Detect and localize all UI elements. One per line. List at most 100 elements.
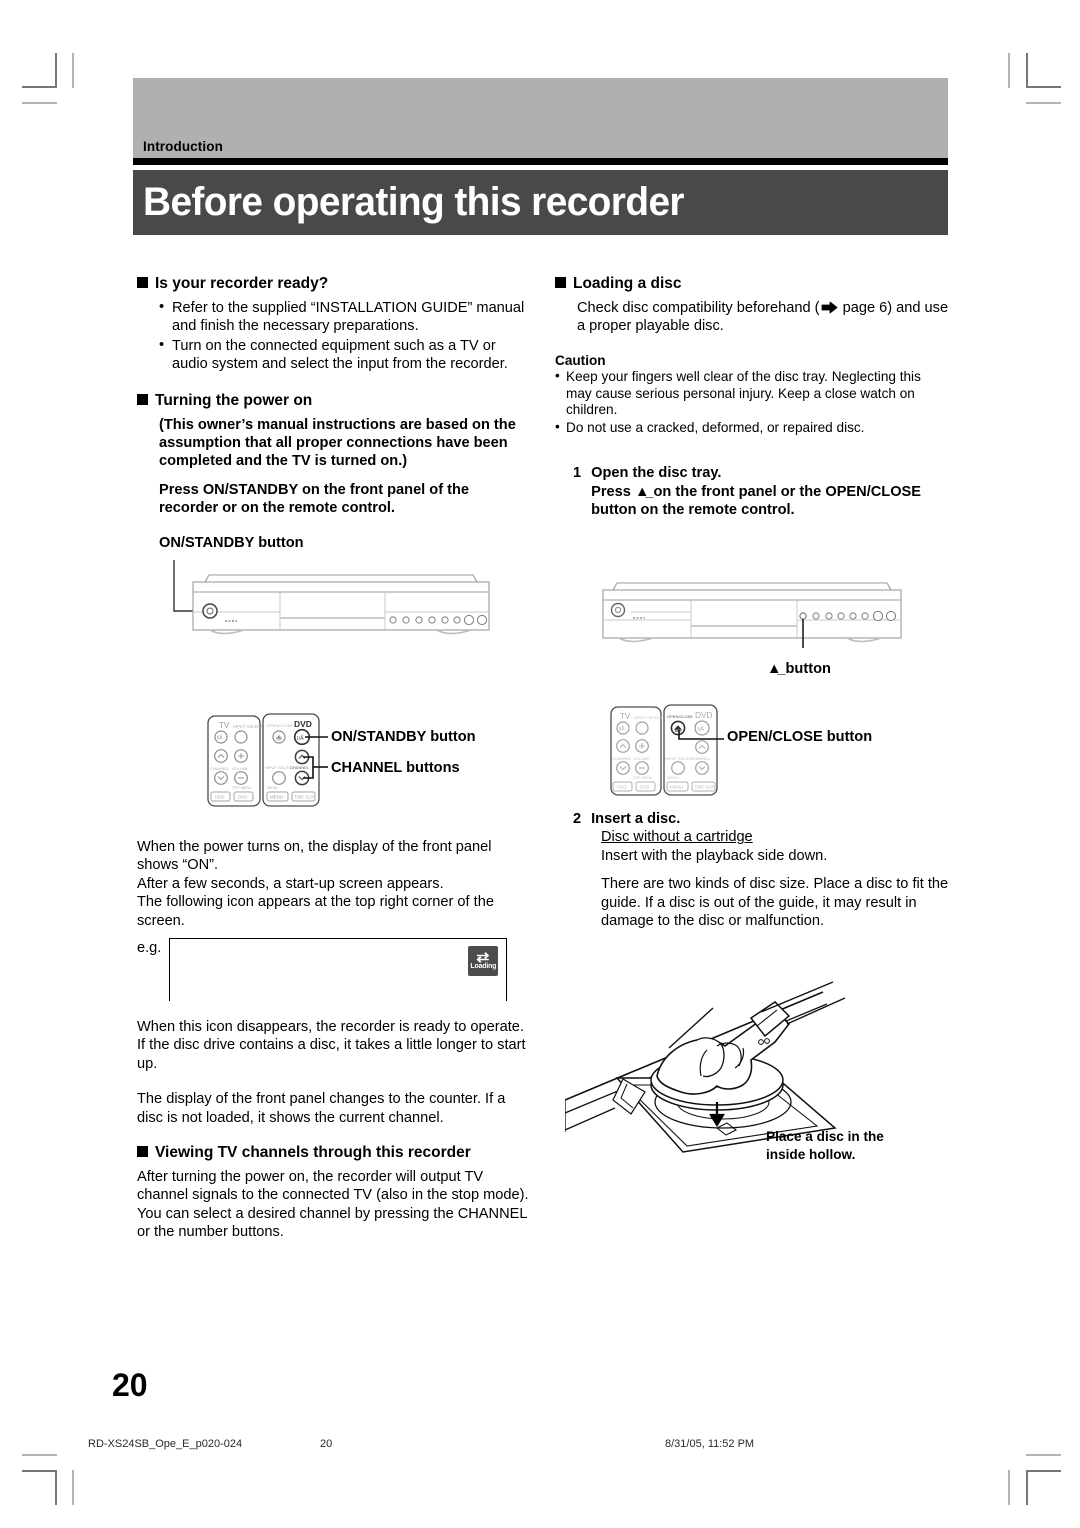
svg-text:TV: TV [219, 721, 230, 730]
crop-mark-top-left-bleed-h [22, 102, 57, 104]
svg-text:MENU: MENU [667, 776, 678, 780]
crop-mark-bottom-left-v [55, 1470, 57, 1505]
example-screen-box: ⇄ Loading [169, 937, 508, 1001]
svg-text:TOP MENU: TOP MENU [232, 786, 252, 790]
step-2-title: Insert a disc. [591, 811, 681, 827]
crop-mark-bottom-left-h [22, 1470, 57, 1472]
document-page: Introduction Before operating this recor… [0, 0, 1080, 1528]
title-band: Before operating this recorder [133, 170, 948, 235]
section-heading-recorder-ready: Is your recorder ready? [137, 275, 532, 293]
loading-arrows-glyph: ⇄ [476, 948, 490, 965]
page-title: Before operating this recorder [143, 179, 685, 224]
open-close-button-callout: OPEN/CLOSE button [727, 729, 873, 745]
svg-text:HDD: HDD [215, 795, 225, 800]
crop-mark-bottom-left-bleed-v [72, 1470, 74, 1505]
eject-glyph-icon: ▲̲ [634, 483, 650, 500]
disc-compat-before: Check disc compatibility beforehand ( [577, 300, 820, 316]
bullet-square-icon [137, 393, 148, 405]
footer-page: 20 [320, 1438, 333, 1450]
crop-mark-top-right-h [1026, 86, 1061, 88]
svg-text:DVD: DVD [640, 785, 649, 790]
svg-text:TIME SLIP: TIME SLIP [694, 785, 714, 790]
header-rule [133, 158, 948, 165]
svg-text:HDD: HDD [617, 785, 627, 790]
power-on-press-instruction: Press ON/STANDBY on the front panel of t… [159, 481, 470, 516]
remote-control-illustration-right: TV INPUT SELECT I/Ǟ CHANNEL VOLUME TOP M… [608, 703, 720, 798]
section-heading-viewing-tv: Viewing TV channels through this recorde… [137, 1144, 532, 1162]
svg-text:MENU: MENU [670, 785, 683, 790]
svg-text:CHANNEL: CHANNEL [691, 756, 711, 761]
svg-text:OPEN/CLOSE: OPEN/CLOSE [267, 723, 293, 728]
left-column-lower-2: When this icon disappears, the recorder … [137, 1018, 532, 1241]
disc-illustration-caption: Place a disc in the inside hollow. [766, 1128, 884, 1163]
svg-text:INPUT SELECT: INPUT SELECT [233, 724, 263, 729]
right-column-step-2: 2 Insert a disc. Disc without a cartridg… [555, 810, 950, 930]
icon-disappear-text: When this icon disappears, the recorder … [137, 1019, 526, 1072]
heading-text: Is your recorder ready? [155, 275, 329, 292]
eject-button-callout: ▲̲ button [767, 661, 831, 677]
crop-mark-bottom-right-bleed-v [1008, 1470, 1010, 1505]
svg-text:MENU: MENU [267, 786, 278, 790]
step-number: 1 [573, 465, 582, 482]
svg-text:DVD: DVD [695, 710, 713, 720]
crop-mark-top-right-bleed-v [1008, 53, 1010, 88]
svg-text:CHANNEL: CHANNEL [210, 766, 230, 771]
page-number: 20 [112, 1367, 148, 1403]
crop-mark-bottom-left-bleed-h [22, 1454, 57, 1456]
crop-mark-top-left-bleed-v [72, 53, 74, 88]
disc-insertion-illustration [565, 980, 965, 1165]
startup-screen-text: After a few seconds, a start-up screen a… [137, 875, 444, 892]
svg-text:INPUT SELECT: INPUT SELECT [665, 756, 694, 761]
caption-line-2: inside hollow. [766, 1146, 856, 1162]
front-panel-illustration-left [165, 560, 505, 670]
left-column: Is your recorder ready? Refer to the sup… [137, 275, 532, 553]
step-number: 2 [573, 811, 582, 827]
list-item: Do not use a cracked, deformed, or repai… [555, 419, 950, 437]
crop-mark-bottom-right-v [1026, 1470, 1028, 1505]
crop-mark-bottom-right-h [1026, 1470, 1061, 1472]
crop-mark-bottom-right-bleed-h [1026, 1454, 1061, 1456]
bullet-square-icon [555, 277, 566, 288]
step-1-title: Open the disc tray. [591, 465, 722, 482]
bullet-square-icon [137, 1145, 148, 1157]
svg-text:INPUT SELECT: INPUT SELECT [634, 715, 663, 720]
disc-without-cartridge-subhead: Disc without a cartridge [601, 829, 753, 846]
svg-text:TV: TV [620, 712, 631, 721]
section-heading-turning-power-on: Turning the power on [137, 392, 532, 410]
svg-text:TOP MENU: TOP MENU [633, 776, 653, 780]
list-item: Keep your fingers well clear of the disc… [555, 368, 950, 420]
crop-mark-top-right-v [1026, 53, 1028, 88]
remote-callout-leaders-left [300, 712, 330, 810]
remote-channel-callout: CHANNEL buttons [331, 760, 460, 776]
viewing-tv-text-2: You can select a desired channel by pres… [137, 1205, 527, 1240]
example-screen-row: e.g. ⇄ Loading [137, 937, 532, 1001]
counter-display-text: The display of the front panel changes t… [137, 1091, 506, 1126]
power-on-assumption-text: (This owner’s manual instructions are ba… [159, 416, 516, 470]
heading-text: Viewing TV channels through this recorde… [155, 1143, 471, 1161]
heading-text: Loading a disc [573, 275, 682, 292]
caution-bullets: Keep your fingers well clear of the disc… [555, 368, 950, 437]
remote-callout-leader-right [676, 728, 726, 748]
disc-size-guide-text: There are two kinds of disc size. Place … [601, 876, 949, 929]
svg-text:MENU: MENU [270, 795, 283, 800]
svg-text:I/Ǟ: I/Ǟ [217, 735, 224, 742]
list-item: Refer to the supplied “INSTALLATION GUID… [159, 298, 532, 336]
step-1-body-before: Press [591, 483, 635, 500]
caption-line-1: Place a disc in the [766, 1129, 884, 1144]
insert-playback-side-text: Insert with the playback side down. [601, 847, 828, 864]
left-column-lower: When the power turns on, the display of … [137, 838, 532, 1001]
heading-text: Turning the power on [155, 391, 313, 409]
section-label: Introduction [143, 139, 223, 154]
footer-timestamp: 8/31/05, 11:52 PM [665, 1438, 755, 1450]
svg-text:VOLUME: VOLUME [633, 756, 650, 761]
eject-glyph-icon: ▲̲ [767, 661, 782, 677]
crop-mark-top-left-h [22, 86, 57, 88]
footer-filename: RD-XS24SB_Ope_E_p020-024 [88, 1438, 243, 1450]
crop-mark-top-left-v [55, 53, 57, 88]
loading-icon: ⇄ Loading [468, 945, 499, 976]
step-1-open-disc-tray: 1 Open the disc tray. Press ▲̲ on the fr… [573, 464, 950, 519]
viewing-tv-text-1: After turning the power on, the recorder… [137, 1168, 529, 1204]
icon-location-text: The following icon appears at the top ri… [137, 894, 494, 929]
power-on-display-text: When the power turns on, the display of … [137, 839, 492, 874]
step-2-insert-disc: 2 Insert a disc. [573, 810, 950, 828]
